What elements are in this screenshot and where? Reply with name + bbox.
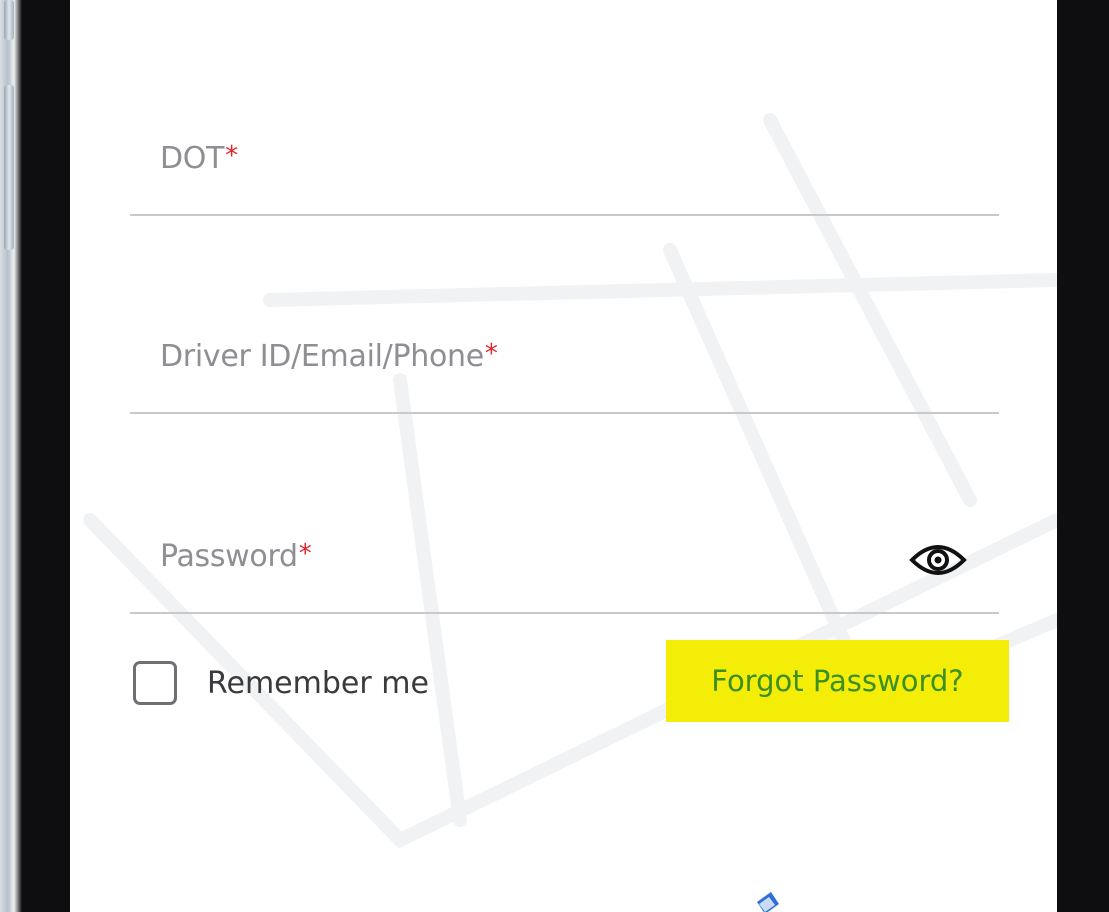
phone-side-button xyxy=(4,0,14,40)
phone-side-button xyxy=(4,85,14,250)
password-field[interactable]: Password* xyxy=(130,539,999,614)
login-screen: DOT* Driver ID/Email/Phone* Password* Re… xyxy=(70,0,1057,912)
driver-id-field[interactable]: Driver ID/Email/Phone* xyxy=(130,339,999,414)
phone-bezel-right xyxy=(1057,0,1109,912)
password-label: Password* xyxy=(160,539,312,574)
eye-icon[interactable] xyxy=(909,540,967,580)
dot-label: DOT* xyxy=(160,141,238,176)
phone-device: DOT* Driver ID/Email/Phone* Password* Re… xyxy=(0,0,1109,912)
required-mark: * xyxy=(225,141,238,171)
dot-field[interactable]: DOT* xyxy=(130,141,999,216)
phone-bezel-left xyxy=(22,0,70,912)
remember-me-checkbox[interactable] xyxy=(133,661,177,705)
driver-id-label: Driver ID/Email/Phone* xyxy=(160,339,498,374)
required-mark: * xyxy=(298,539,312,569)
forgot-password-link[interactable]: Forgot Password? xyxy=(666,640,1009,722)
required-mark: * xyxy=(484,339,498,369)
remember-me-label: Remember me xyxy=(207,665,429,701)
map-background xyxy=(83,113,1057,849)
remember-me-option[interactable]: Remember me xyxy=(133,657,429,709)
app-logo-icon xyxy=(757,892,779,912)
